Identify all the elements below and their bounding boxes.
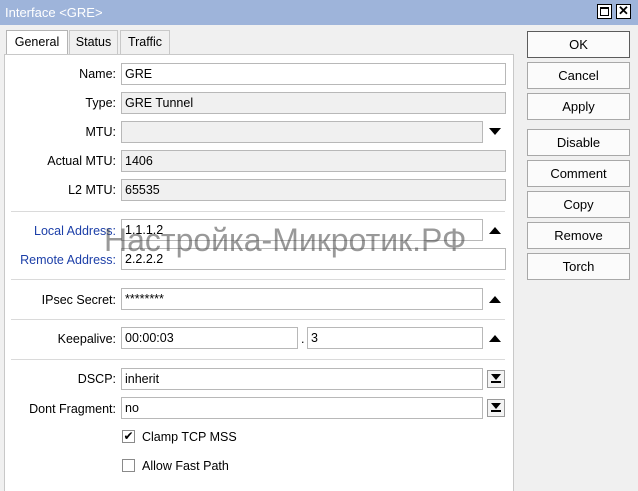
general-panel: [4, 54, 514, 491]
ok-button[interactable]: OK: [527, 31, 630, 58]
local-address-label: Local Address:: [34, 224, 116, 238]
remote-address-label: Remote Address:: [20, 253, 116, 267]
separator: [11, 279, 505, 280]
clamp-tcp-mss-label: Clamp TCP MSS: [142, 430, 237, 444]
mtu-label: MTU:: [85, 125, 116, 139]
dscp-dropdown-icon[interactable]: [487, 370, 505, 388]
keepalive-label: Keepalive:: [57, 332, 116, 346]
tab-traffic[interactable]: Traffic: [120, 30, 170, 54]
keepalive-collapse-icon[interactable]: [489, 335, 501, 342]
clamp-tcp-mss-checkbox[interactable]: ✔: [122, 430, 135, 443]
ipsec-secret-collapse-icon[interactable]: [489, 296, 501, 303]
allow-fast-path-checkbox[interactable]: [122, 459, 135, 472]
mtu-expand-icon[interactable]: [489, 128, 501, 135]
name-label: Name:: [79, 67, 116, 81]
title-bar: Interface <GRE> ✕: [0, 0, 638, 25]
cancel-button[interactable]: Cancel: [527, 62, 630, 89]
apply-button[interactable]: Apply: [527, 93, 630, 120]
maximize-icon[interactable]: [597, 4, 612, 19]
l2-mtu-field: 65535: [121, 179, 506, 201]
keepalive-interval-field[interactable]: 00:00:03: [121, 327, 298, 349]
name-field[interactable]: GRE: [121, 63, 506, 85]
disable-button[interactable]: Disable: [527, 129, 630, 156]
remove-button[interactable]: Remove: [527, 222, 630, 249]
type-field: GRE Tunnel: [121, 92, 506, 114]
ipsec-secret-label: IPsec Secret:: [41, 293, 116, 307]
separator: [11, 319, 505, 320]
mtu-field[interactable]: [121, 121, 483, 143]
separator: [11, 211, 505, 212]
comment-button[interactable]: Comment: [527, 160, 630, 187]
keepalive-separator: .: [301, 332, 305, 346]
allow-fast-path-label: Allow Fast Path: [142, 459, 229, 473]
dont-fragment-label: Dont Fragment:: [29, 402, 116, 416]
tab-status[interactable]: Status: [69, 30, 118, 54]
l2-mtu-label: L2 MTU:: [68, 183, 116, 197]
tab-general[interactable]: General: [6, 30, 68, 55]
torch-button[interactable]: Torch: [527, 253, 630, 280]
separator: [11, 359, 505, 360]
actual-mtu-label: Actual MTU:: [47, 154, 116, 168]
keepalive-retries-field[interactable]: 3: [307, 327, 483, 349]
dscp-label: DSCP:: [77, 372, 116, 386]
copy-button[interactable]: Copy: [527, 191, 630, 218]
window-title: Interface <GRE>: [5, 5, 103, 20]
ipsec-secret-field[interactable]: ********: [121, 288, 483, 310]
type-label: Type:: [85, 96, 116, 110]
dscp-select[interactable]: inherit: [121, 368, 483, 390]
close-icon[interactable]: ✕: [616, 4, 631, 19]
local-address-collapse-icon[interactable]: [489, 227, 501, 234]
actual-mtu-field: 1406: [121, 150, 506, 172]
watermark: Настройка-Микротик.РФ: [104, 222, 467, 258]
dont-fragment-select[interactable]: no: [121, 397, 483, 419]
dont-fragment-dropdown-icon[interactable]: [487, 399, 505, 417]
